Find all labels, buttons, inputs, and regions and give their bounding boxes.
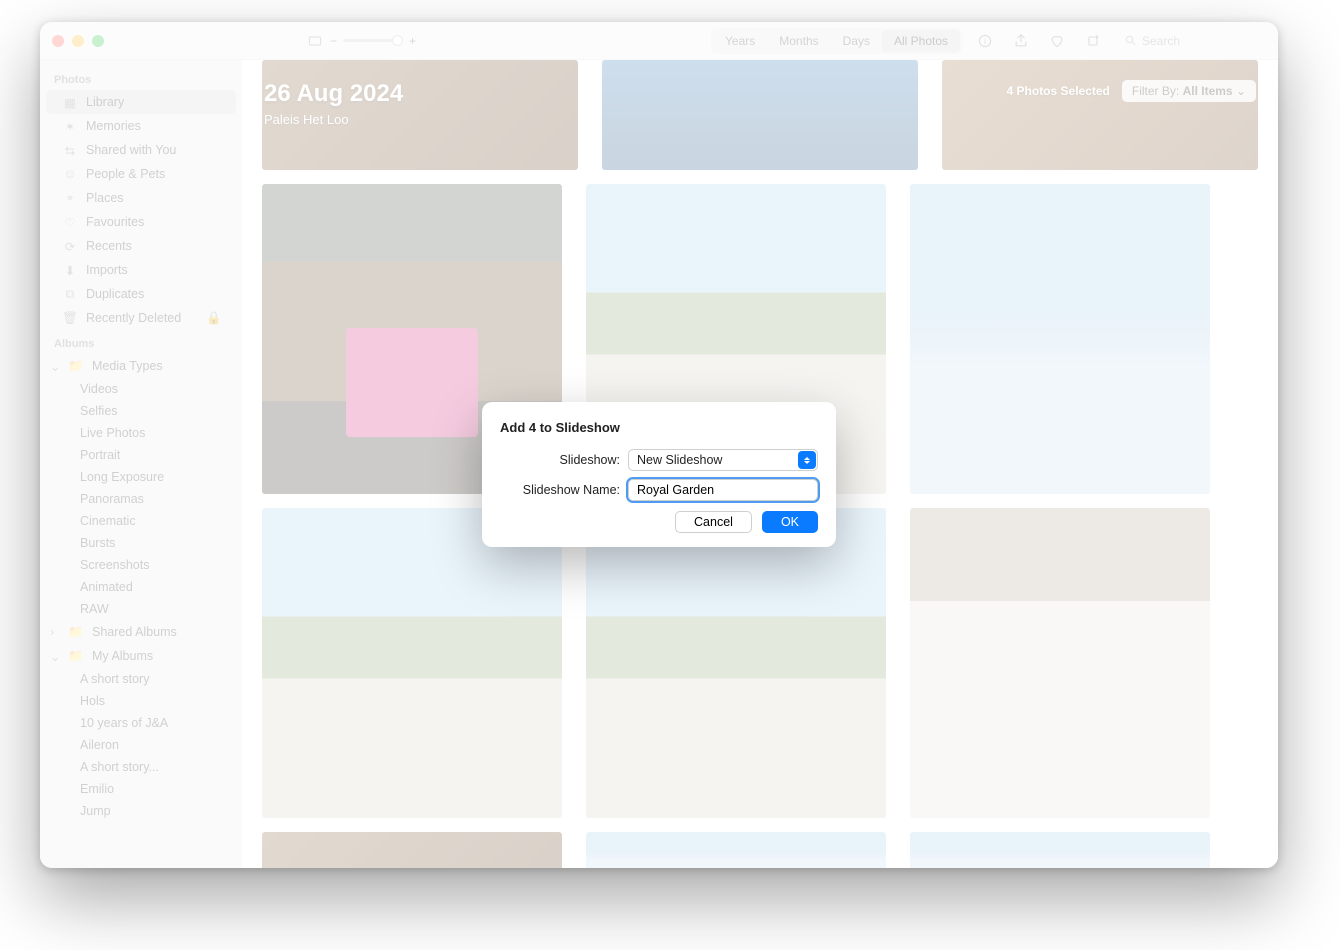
slideshow-select[interactable]: New Slideshow <box>628 449 818 471</box>
slideshow-name-label: Slideshow Name: <box>500 483 620 497</box>
add-to-slideshow-dialog: Add 4 to Slideshow Slideshow: New Slides… <box>482 402 836 547</box>
ok-button[interactable]: OK <box>762 511 818 533</box>
select-stepper-icon <box>798 451 816 469</box>
slideshow-name-input[interactable] <box>628 479 818 501</box>
slideshow-select-label: Slideshow: <box>500 453 620 467</box>
dialog-title: Add 4 to Slideshow <box>500 420 818 435</box>
cancel-button[interactable]: Cancel <box>675 511 752 533</box>
app-window: − + Years Months Days All Photos i Searc… <box>40 22 1278 868</box>
